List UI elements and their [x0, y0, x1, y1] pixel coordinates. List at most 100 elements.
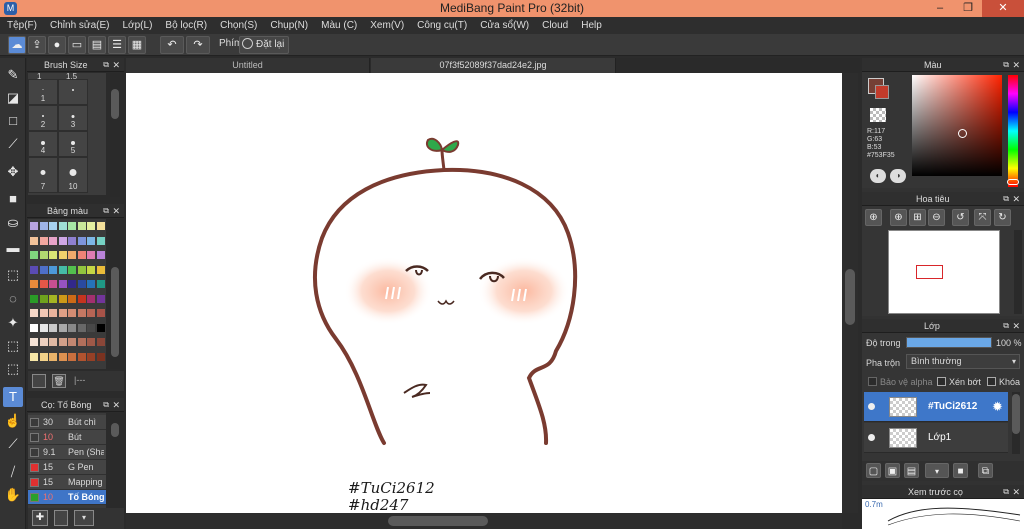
gear-icon[interactable]: ✹ — [992, 399, 1003, 415]
eyedropper-icon[interactable]: ⟋ — [3, 434, 23, 454]
menu-snap[interactable]: Chụp(N) — [263, 17, 314, 34]
palette-swatch[interactable] — [30, 222, 38, 230]
layer-item-lop1[interactable]: Lớp1 — [864, 423, 1008, 453]
palette-swatch[interactable] — [96, 265, 105, 274]
palette-swatch[interactable] — [87, 251, 95, 259]
maximize-button[interactable]: ❐ — [954, 0, 982, 17]
duplicate-layer-icon[interactable]: ▣ — [885, 463, 900, 478]
brush-size-cell[interactable]: 3 — [58, 105, 88, 131]
panel-close-icon[interactable]: ✕ — [1012, 485, 1020, 499]
palette-swatch[interactable] — [30, 338, 38, 346]
palette-swatch[interactable] — [39, 222, 48, 230]
panel-close-icon[interactable]: ✕ — [1012, 192, 1020, 206]
operation-icon[interactable]: ☝ — [3, 411, 23, 431]
select-pen-icon[interactable]: ⬚ — [3, 336, 23, 356]
palette-swatch[interactable] — [87, 222, 95, 230]
palette-swatch[interactable] — [77, 338, 86, 346]
text-icon[interactable]: T — [3, 387, 23, 407]
palette-swatch[interactable] — [68, 294, 76, 303]
palette-swatch[interactable] — [87, 309, 95, 317]
palette-swatch[interactable] — [39, 323, 48, 332]
brush-size-cell[interactable]: 5 — [58, 131, 88, 157]
zoom-in-icon[interactable]: ⊕ — [890, 209, 907, 226]
layer-menu-icon[interactable]: ▾ — [925, 463, 949, 478]
clipping-checkbox[interactable] — [937, 377, 946, 386]
menu-file[interactable]: Tệp(F) — [0, 17, 43, 34]
palette-swatch[interactable] — [68, 265, 76, 274]
flip-icon[interactable]: ⤧ — [974, 209, 991, 226]
palette-swatch[interactable] — [39, 280, 48, 288]
undock-icon[interactable]: ⧉ — [103, 204, 109, 218]
palette-swatch[interactable] — [39, 309, 48, 317]
close-button[interactable]: ✕ — [982, 0, 1024, 17]
palette-swatch[interactable] — [87, 323, 95, 332]
undock-icon[interactable]: ⧉ — [1003, 192, 1009, 206]
palette-swatch[interactable] — [77, 309, 86, 317]
palette-swatch[interactable] — [49, 352, 57, 361]
rectangle-icon[interactable]: □ — [3, 111, 23, 131]
color-sample-icon[interactable]: ◑ — [890, 169, 906, 183]
panel-close-icon[interactable]: ✕ — [1012, 58, 1020, 72]
new-swatch-icon[interactable] — [32, 374, 46, 388]
reset-button[interactable]: Đặt lại — [239, 36, 290, 54]
new-layer-icon[interactable]: ▢ — [866, 463, 881, 478]
palette-swatch[interactable] — [39, 352, 48, 361]
palette-swatch[interactable] — [77, 323, 86, 332]
undock-icon[interactable]: ⧉ — [1003, 58, 1009, 72]
palette-swatch[interactable] — [68, 251, 76, 259]
brush-item[interactable]: 30 Bút chì — [28, 415, 106, 430]
palette-swatch[interactable] — [39, 294, 48, 303]
brush-item[interactable]: 15 G Pen — [28, 460, 106, 475]
bucket-icon[interactable]: ⛀ — [3, 213, 23, 233]
hue-slider[interactable] — [1007, 75, 1019, 187]
palette-swatch[interactable] — [87, 338, 95, 346]
canvas-vertical-scrollbar[interactable] — [842, 73, 858, 513]
brush-list-scrollbar[interactable] — [110, 413, 120, 508]
magic-wand-icon[interactable]: ✦ — [3, 313, 23, 333]
palette-swatch[interactable] — [96, 222, 105, 230]
menu-window[interactable]: Cửa sổ(W) — [473, 17, 535, 34]
saturation-value-picker[interactable] — [912, 75, 1002, 176]
menu-help[interactable]: Help — [574, 17, 608, 34]
palette-swatch[interactable] — [39, 265, 48, 274]
minimize-button[interactable]: – — [926, 0, 954, 17]
blend-mode-select[interactable]: Bình thường ▾ — [906, 354, 1020, 369]
panel-close-icon[interactable]: ✕ — [112, 398, 120, 412]
menu-cloud[interactable]: Cloud — [535, 17, 574, 34]
secondary-color-swatch[interactable] — [875, 85, 889, 99]
palette-swatch[interactable] — [87, 265, 95, 274]
folder-icon[interactable]: ■ — [953, 463, 968, 478]
palette-swatch[interactable] — [30, 352, 38, 361]
navigator-preview[interactable] — [888, 230, 1000, 314]
palette-swatch[interactable] — [87, 280, 95, 288]
palette-swatch[interactable] — [58, 236, 67, 245]
brush-item[interactable]: 10 Bút — [28, 430, 106, 445]
add-brush-icon[interactable]: ✚ — [32, 510, 48, 526]
palette-swatch[interactable] — [77, 265, 86, 274]
palette-swatch[interactable] — [96, 352, 105, 361]
navigator-viewport[interactable] — [916, 265, 943, 279]
document-icon[interactable]: ▤ — [88, 36, 106, 54]
menu-layer[interactable]: Lớp(L) — [116, 17, 159, 34]
brush-item[interactable]: 9.1 Pen (Sha — [28, 445, 106, 460]
palette-swatch[interactable] — [58, 323, 67, 332]
protect-alpha-checkbox[interactable] — [868, 377, 877, 386]
palette-swatch[interactable] — [87, 236, 95, 245]
undock-icon[interactable]: ⧉ — [103, 398, 109, 412]
select-eraser-icon[interactable]: ⬚ — [3, 359, 23, 379]
palette-swatch[interactable] — [58, 265, 67, 274]
palette-swatch[interactable] — [49, 280, 57, 288]
palette-swatch[interactable] — [77, 251, 86, 259]
palette-swatch[interactable] — [96, 251, 105, 259]
palette-swatch[interactable] — [49, 294, 57, 303]
layer-item-tuci[interactable]: #TuCi2612 ✹ — [864, 392, 1008, 422]
palette-swatch[interactable] — [58, 280, 67, 288]
palette-swatch[interactable] — [77, 236, 86, 245]
share-icon[interactable]: ⇪ — [28, 36, 46, 54]
pen-icon[interactable]: ⟋ — [3, 134, 23, 154]
zoom-fit-icon[interactable]: ⊕ — [865, 209, 882, 226]
rotate-left-icon[interactable]: ↺ — [952, 209, 969, 226]
menu-view[interactable]: Xem(V) — [363, 17, 410, 34]
palette-swatch[interactable] — [49, 222, 57, 230]
palette-swatch[interactable] — [68, 352, 76, 361]
